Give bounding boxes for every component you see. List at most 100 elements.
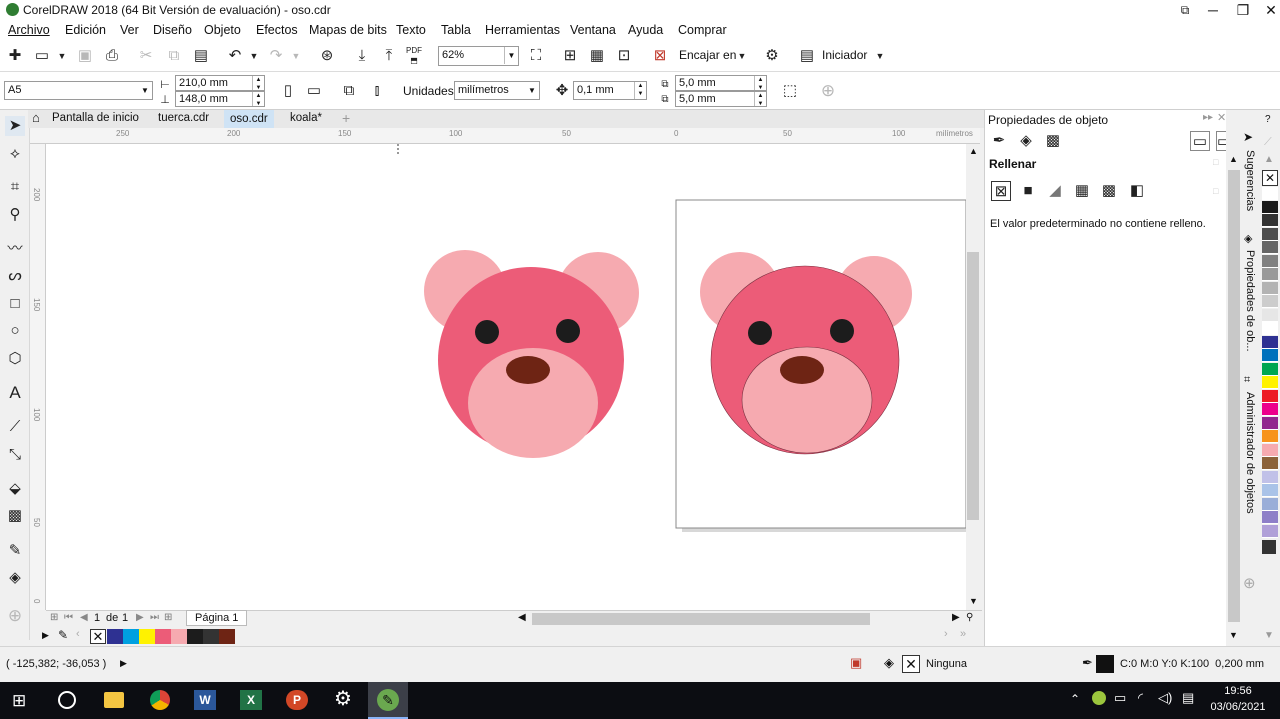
zoom-dropdown-icon[interactable]: ▼ xyxy=(504,47,518,64)
outline-tab-icon[interactable]: ✒ xyxy=(989,131,1009,151)
palette-no-color[interactable]: ✕ xyxy=(1262,170,1278,186)
palette-scroll-left-icon[interactable]: ‹ xyxy=(76,628,80,640)
vector-pattern-icon[interactable]: ▦ xyxy=(1072,181,1092,201)
palette-color-swatch[interactable] xyxy=(1262,376,1278,389)
drop-shadow-icon[interactable]: ⬙ xyxy=(5,479,25,499)
dup-y-spinner[interactable]: ▲ ▼ xyxy=(754,92,766,107)
windows-start-icon[interactable]: ⊞ xyxy=(12,692,30,710)
search-content-icon[interactable]: ⊛ xyxy=(317,46,337,66)
panel-collapse-icon[interactable]: ▸▸ xyxy=(1203,112,1213,123)
add-page-before-icon[interactable]: ⊞ xyxy=(50,612,58,623)
text-tool-icon[interactable]: A xyxy=(5,383,25,403)
import-icon[interactable]: ⤓ xyxy=(352,46,372,66)
side-tab-propiedades[interactable]: Propiedades de ob... xyxy=(1244,250,1256,352)
palette-color-swatch[interactable] xyxy=(1262,335,1278,349)
width-spinner[interactable]: ▲ ▼ xyxy=(252,76,264,91)
page-size-select[interactable]: A5 ▼ xyxy=(4,81,153,100)
objects-tab-icon[interactable]: ⌗ xyxy=(1244,374,1250,387)
tray-expand-icon[interactable]: ⌃ xyxy=(1070,692,1080,706)
show-rulers-icon[interactable]: ⊞ xyxy=(560,46,580,66)
units-select[interactable]: milímetros ▼ xyxy=(454,81,540,100)
ellipse-tool-icon[interactable]: ○ xyxy=(5,321,25,341)
color-proof-icon[interactable]: ▣ xyxy=(850,655,862,671)
wifi-icon[interactable]: ◜ xyxy=(1138,690,1143,706)
new-document-icon[interactable]: ✚ xyxy=(5,46,25,66)
uniform-fill-icon[interactable]: ■ xyxy=(1018,181,1038,201)
document-color-swatch[interactable] xyxy=(107,629,123,644)
side-tab-sugerencias[interactable]: Sugerencias xyxy=(1244,150,1256,211)
cut-icon[interactable]: ✂ xyxy=(136,46,156,66)
next-page-icon[interactable]: ▶ xyxy=(136,612,144,623)
chrome-icon[interactable] xyxy=(150,690,170,710)
freehand-tool-icon[interactable]: 〰 xyxy=(5,239,25,259)
fit-dropdown-icon[interactable]: ▼ xyxy=(732,46,752,66)
duplicate-x-field[interactable]: 5,0 mm ▲ ▼ xyxy=(675,75,767,91)
new-tab-icon[interactable]: + xyxy=(342,110,350,126)
search-icon[interactable] xyxy=(58,691,76,709)
nudge-field[interactable]: 0,1 mm ▲ ▼ xyxy=(573,81,647,100)
pick-tool-icon[interactable]: ➤ xyxy=(5,116,25,136)
palette-color-swatch[interactable] xyxy=(1262,241,1278,254)
open-folder-icon[interactable]: ▭ xyxy=(32,46,52,66)
panel-scroll-thumb[interactable] xyxy=(1228,170,1240,622)
artistic-media-icon[interactable]: ᔕ xyxy=(5,266,25,286)
palette-eyedropper-icon[interactable]: ✎ xyxy=(58,628,68,642)
palette-swatch-dark[interactable] xyxy=(1262,540,1276,554)
palette-color-swatch[interactable] xyxy=(1262,443,1278,457)
crop-tool-icon[interactable]: ⌗ xyxy=(5,177,25,197)
current-page-icon[interactable]: ⫾ xyxy=(367,81,387,101)
palette-scroll-right-icon[interactable]: › xyxy=(944,628,948,640)
tab-pantalla-de-inicio[interactable]: Pantalla de inicio xyxy=(52,112,139,124)
parallel-dimension-icon[interactable]: ⟋ xyxy=(5,417,25,437)
outline-pen-icon[interactable]: ✒ xyxy=(1082,655,1093,671)
no-color-swatch[interactable]: ✕ xyxy=(90,629,106,644)
document-color-swatch[interactable] xyxy=(139,629,155,644)
rectangle-tool-icon[interactable]: □ xyxy=(5,294,25,314)
palette-color-swatch[interactable] xyxy=(1262,322,1278,335)
menu-diseno[interactable]: Diseño xyxy=(153,23,192,37)
scroll-down-icon[interactable]: ▼ xyxy=(969,596,978,606)
document-color-swatch[interactable] xyxy=(187,629,203,644)
launcher-icon[interactable]: ▤ xyxy=(797,46,817,66)
transparency-icon[interactable]: ▩ xyxy=(5,506,25,526)
first-page-icon[interactable]: ⏮ xyxy=(64,612,73,623)
document-color-swatch[interactable] xyxy=(155,629,171,644)
undo-dropdown-icon[interactable]: ▼ xyxy=(244,46,264,66)
dup-x-spinner[interactable]: ▲ ▼ xyxy=(754,76,766,91)
menu-mapas-de-bits[interactable]: Mapas de bits xyxy=(309,23,387,37)
word-icon[interactable]: W xyxy=(194,690,216,710)
palette-color-swatch[interactable] xyxy=(1262,349,1278,362)
launcher-label[interactable]: Iniciador xyxy=(822,48,867,62)
all-pages-icon[interactable]: ⧉ xyxy=(339,81,359,101)
side-tab-administrador[interactable]: Administrador de objetos xyxy=(1244,392,1256,514)
copy-icon[interactable]: ⧉ xyxy=(164,46,184,66)
palette-color-swatch[interactable] xyxy=(1262,227,1278,241)
menu-ver[interactable]: Ver xyxy=(120,23,139,37)
palette-down-icon[interactable]: ▼ xyxy=(1264,630,1274,641)
portrait-icon[interactable]: ▯ xyxy=(278,81,298,101)
save-icon[interactable]: ▣ xyxy=(75,46,95,66)
palette-expand-icon[interactable]: ▶ xyxy=(42,630,49,641)
postscript-fill-icon[interactable]: ◧ xyxy=(1127,181,1147,201)
bitmap-pattern-icon[interactable]: ▩ xyxy=(1099,181,1119,201)
palette-color-swatch[interactable] xyxy=(1262,268,1278,281)
print-icon[interactable]: ⎙ xyxy=(102,46,122,66)
eyedropper-icon[interactable]: ✎ xyxy=(5,541,25,561)
panel-scrollbar[interactable]: ▲ ▼ xyxy=(1226,110,1242,646)
properties-tab-icon[interactable]: ◈ xyxy=(1244,232,1252,245)
interactive-fill-icon[interactable]: ◈ xyxy=(5,568,25,588)
vertical-scrollbar[interactable]: ▲ ▼ xyxy=(966,144,982,610)
palette-up-icon[interactable]: ▲ xyxy=(1264,154,1274,165)
coreldraw-taskbar-button[interactable]: ✎ xyxy=(368,682,408,719)
prev-page-icon[interactable]: ◀ xyxy=(80,612,88,623)
clock-time[interactable]: 19:56 xyxy=(1206,685,1270,697)
fill-tab-icon[interactable]: ◈ xyxy=(1016,131,1036,151)
page-size-dropdown-icon[interactable]: ▼ xyxy=(138,82,152,99)
height-spinner[interactable]: ▲ ▼ xyxy=(252,92,264,107)
palette-color-swatch[interactable] xyxy=(1262,214,1278,227)
treat-as-filled-icon[interactable]: ⬚ xyxy=(780,81,800,101)
file-explorer-icon[interactable] xyxy=(104,692,124,708)
show-grid-icon[interactable]: ▦ xyxy=(587,46,607,66)
fill-pin-icon[interactable]: □ xyxy=(1213,186,1218,196)
document-color-swatch[interactable] xyxy=(203,629,219,644)
